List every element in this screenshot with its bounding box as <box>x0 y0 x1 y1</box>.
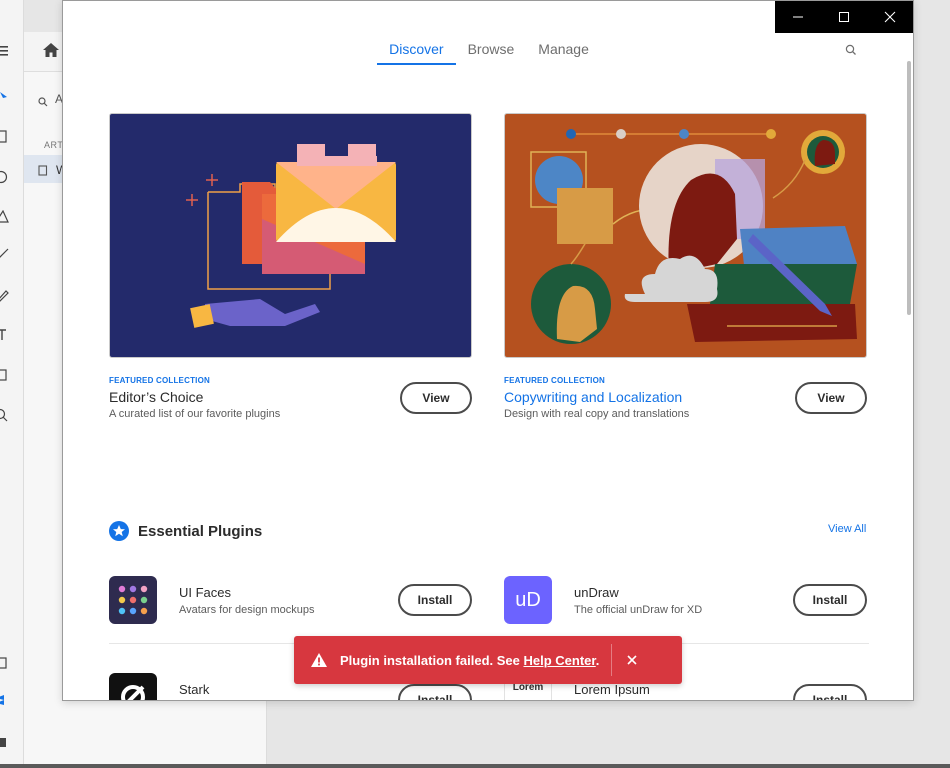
artboard-tool-icon[interactable] <box>0 368 8 382</box>
close-icon <box>627 655 637 665</box>
polygon-tool-icon[interactable] <box>0 210 10 224</box>
plugins-icon[interactable] <box>0 734 8 748</box>
copywriting-illustration[interactable] <box>504 113 867 358</box>
nav-tabs: Discover Browse Manage <box>63 41 913 65</box>
scrollbar-thumb[interactable] <box>907 61 911 315</box>
essential-plugins-title: Essential Plugins <box>138 522 263 540</box>
plugin-row-ui-faces: UI Faces Avatars for design mockups Inst… <box>109 576 472 624</box>
alert-icon <box>311 653 327 667</box>
hamburger-menu-icon[interactable] <box>0 44 10 62</box>
star-badge-icon <box>109 521 129 541</box>
tool-sidebar <box>0 0 24 768</box>
text-tool-icon[interactable] <box>0 328 8 342</box>
rectangle-tool-icon[interactable] <box>0 130 8 144</box>
close-icon <box>884 11 896 23</box>
view-button[interactable]: View <box>400 382 472 414</box>
tab-discover[interactable]: Discover <box>377 41 456 65</box>
maximize-icon <box>839 12 849 22</box>
status-bar <box>0 764 950 768</box>
zoom-tool-icon[interactable] <box>0 408 10 422</box>
editors-choice-illustration[interactable] <box>109 113 472 358</box>
minimize-icon <box>793 16 803 18</box>
plugin-name: unDraw <box>574 585 619 600</box>
stark-icon <box>109 673 157 700</box>
close-window-button[interactable] <box>867 1 913 33</box>
install-button[interactable]: Install <box>793 684 867 700</box>
maximize-button[interactable] <box>821 1 867 33</box>
essential-plugins-header: Essential Plugins <box>109 521 262 541</box>
install-button[interactable]: Install <box>398 684 472 700</box>
toast-divider <box>611 644 613 676</box>
home-icon[interactable] <box>42 42 60 63</box>
help-center-link[interactable]: Help Center <box>523 653 595 668</box>
window-controls <box>775 1 913 33</box>
plugin-description: Avatars for design mockups <box>179 604 315 616</box>
minimize-button[interactable] <box>775 1 821 33</box>
pen-tool-icon[interactable] <box>0 288 10 302</box>
tab-manage[interactable]: Manage <box>526 41 601 65</box>
plugin-description: The official unDraw for XD <box>574 604 703 616</box>
layers-search-icon <box>38 94 48 112</box>
plugin-row-undraw: uD unDraw The official unDraw for XD Ins… <box>504 576 867 624</box>
install-button[interactable]: Install <box>398 584 472 616</box>
view-all-link[interactable]: View All <box>828 523 866 535</box>
ellipse-tool-icon[interactable] <box>0 170 8 184</box>
plugin-name: Stark <box>179 682 210 697</box>
plugin-name: Lorem Ipsum <box>574 682 650 697</box>
plugin-name: UI Faces <box>179 585 232 600</box>
view-button[interactable]: View <box>795 382 867 414</box>
undraw-icon: uD <box>504 576 552 624</box>
search-icon[interactable] <box>845 43 857 61</box>
line-tool-icon[interactable] <box>0 248 10 260</box>
install-button[interactable]: Install <box>793 584 867 616</box>
layers-icon[interactable] <box>0 694 8 708</box>
artboards-label: ART <box>44 140 64 150</box>
toast-message: Plugin installation failed. See Help Cen… <box>340 653 599 668</box>
toast-suffix: . <box>595 652 600 668</box>
tab-browse[interactable]: Browse <box>456 41 527 65</box>
featured-card-editors-choice: FEATURED COLLECTION Editor’s Choice A cu… <box>109 113 472 420</box>
toast-close-button[interactable] <box>624 652 640 668</box>
featured-card-copywriting: FEATURED COLLECTION Copywriting and Loca… <box>504 113 867 420</box>
toast-message-text: Plugin installation failed. See <box>340 652 524 668</box>
select-tool-icon[interactable] <box>0 92 8 102</box>
artboard-icon <box>38 163 48 181</box>
assets-icon[interactable] <box>0 656 8 670</box>
ui-faces-icon <box>109 576 157 624</box>
error-toast: Plugin installation failed. See Help Cen… <box>294 636 682 684</box>
plugins-window: Discover Browse Manage FEATURED COLLECTI… <box>62 0 914 701</box>
